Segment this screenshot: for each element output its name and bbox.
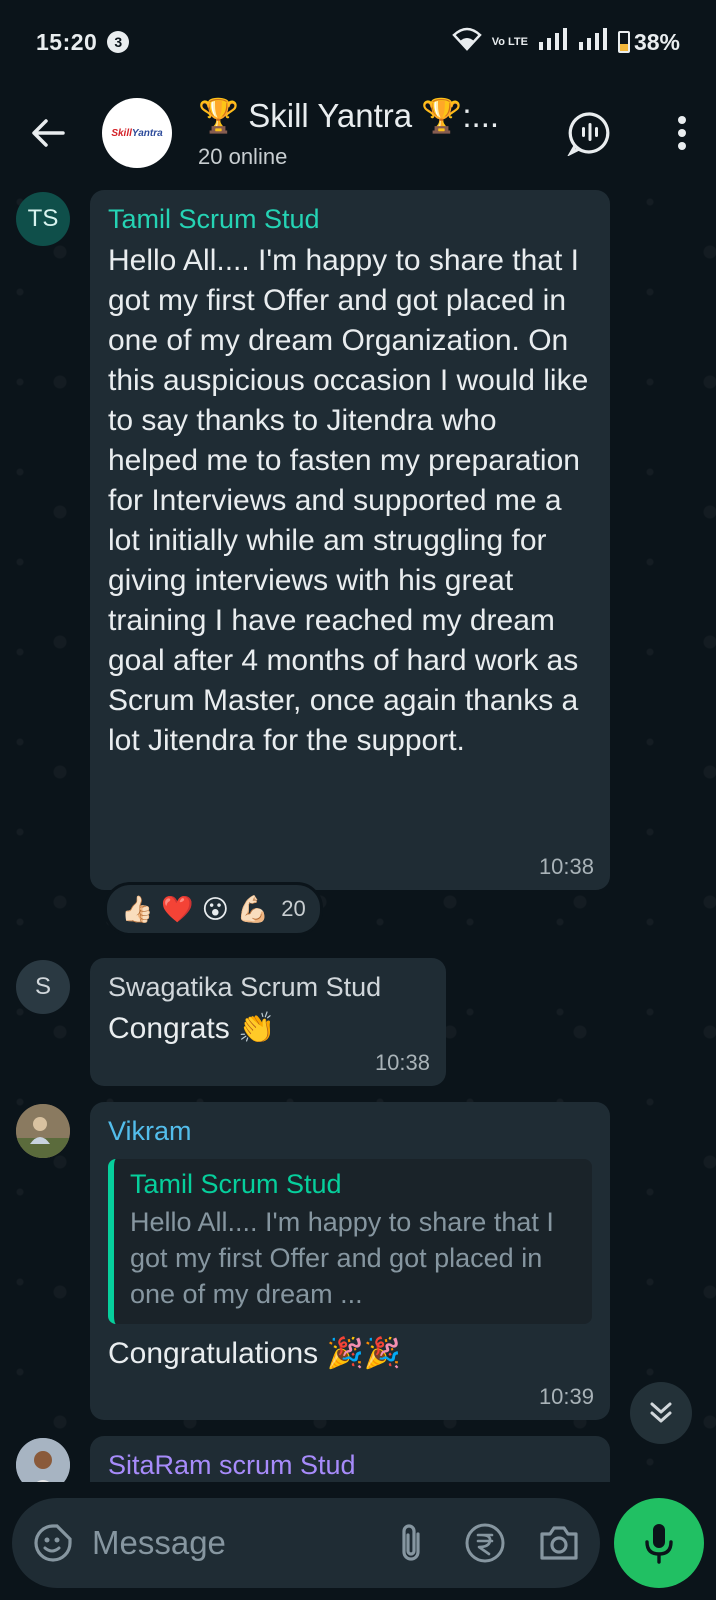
- quoted-text: Hello All.... I'm happy to share that I …: [130, 1207, 554, 1309]
- attach-button[interactable]: [386, 1518, 436, 1568]
- sender-name[interactable]: Vikram: [108, 1116, 592, 1147]
- sender-name[interactable]: Tamil Scrum Stud: [108, 204, 592, 235]
- message-bubble[interactable]: Vikram Tamil Scrum Stud Hello All.... I'…: [90, 1102, 610, 1420]
- sender-name[interactable]: SitaRam scrum Stud: [108, 1450, 592, 1481]
- microphone-icon: [645, 1524, 673, 1564]
- paperclip-icon: [402, 1524, 420, 1561]
- wifi-icon: [451, 27, 482, 57]
- rupee-icon: [465, 1523, 505, 1563]
- online-count: 20 online: [198, 143, 288, 169]
- arrow-left-icon: [32, 119, 65, 147]
- battery-icon: [617, 31, 630, 53]
- group-avatar[interactable]: Skill Yantra: [102, 98, 172, 168]
- signal-icon-1: [538, 28, 568, 56]
- status-bar: 15:20 3 Vo LTE 38%: [0, 0, 716, 84]
- message-reactions[interactable]: 👍🏻 ❤️ 😮 💪🏻 20: [104, 882, 323, 936]
- payment-button[interactable]: [460, 1518, 510, 1568]
- sender-avatar[interactable]: S: [16, 960, 70, 1014]
- clock: 15:20: [36, 28, 98, 55]
- camera-button[interactable]: [534, 1518, 584, 1568]
- sender-avatar[interactable]: TS: [16, 192, 70, 246]
- notification-count-badge: 3: [107, 31, 130, 53]
- message-composer: [12, 1498, 600, 1588]
- more-options-button[interactable]: [654, 105, 710, 161]
- avatar-initials: S: [34, 973, 51, 1000]
- camera-icon: [540, 1526, 578, 1560]
- message-time: 10:38: [374, 1050, 430, 1075]
- heart-reaction: ❤️: [161, 893, 194, 924]
- surprised-reaction: 😮: [201, 893, 229, 924]
- chat-header: Skill Yantra 🏆 Skill Yantra 🏆:... 20 onli…: [0, 84, 716, 182]
- composer-bar: [0, 1482, 716, 1600]
- sticker-button[interactable]: [28, 1518, 78, 1568]
- more-vertical-icon: [678, 116, 686, 150]
- person-photo-icon: [16, 1438, 70, 1482]
- sender-avatar-photo[interactable]: [16, 1438, 70, 1482]
- sender-avatar-photo[interactable]: [16, 1104, 70, 1158]
- group-info[interactable]: 🏆 Skill Yantra 🏆:... 20 online: [198, 97, 518, 170]
- quoted-sender: Tamil Scrum Stud: [130, 1169, 342, 1199]
- volte-indicator: Vo LTE: [491, 36, 528, 48]
- voice-chat-icon: [567, 112, 610, 156]
- reaction-count: 20: [281, 896, 306, 921]
- chat-messages[interactable]: TS Tamil Scrum Stud Hello All.... I'm ha…: [0, 182, 716, 1482]
- voice-chat-button[interactable]: [562, 105, 618, 161]
- message-time: 10:38: [538, 854, 594, 879]
- battery-status: 38%: [617, 28, 680, 56]
- message-text: Hello All.... I'm happy to share that I …: [108, 244, 589, 757]
- message-input[interactable]: [92, 1524, 386, 1562]
- status-icons: Vo LTE 38%: [451, 27, 680, 57]
- back-button[interactable]: [16, 101, 80, 165]
- person-photo-icon: [16, 1104, 70, 1158]
- battery-percent: 38%: [633, 28, 680, 55]
- voice-message-button[interactable]: [614, 1498, 704, 1588]
- double-chevron-down-icon: [650, 1402, 672, 1423]
- message-time: 10:39: [538, 1384, 594, 1409]
- logo-text-yantra: Yantra: [131, 127, 163, 139]
- sticker-icon: [34, 1524, 72, 1562]
- sender-name[interactable]: Swagatika Scrum Stud: [108, 972, 428, 1003]
- quoted-message[interactable]: Tamil Scrum Stud Hello All.... I'm happy…: [108, 1159, 592, 1324]
- message-bubble[interactable]: Swagatika Scrum Stud Congrats 👏 10:38: [90, 958, 446, 1086]
- thumbs-up-reaction: 👍🏻: [121, 893, 154, 924]
- message-bubble[interactable]: SitaRam scrum Stud: [90, 1436, 610, 1482]
- group-title: 🏆 Skill Yantra 🏆:...: [198, 96, 500, 134]
- logo-text-skill: Skill: [111, 127, 132, 139]
- flexed-bicep-reaction: 💪🏻: [236, 893, 270, 924]
- message-text: Congrats 👏: [108, 1012, 276, 1045]
- signal-icon-2: [578, 28, 608, 56]
- message-bubble[interactable]: Tamil Scrum Stud Hello All.... I'm happy…: [90, 190, 610, 890]
- avatar-initials: TS: [27, 205, 59, 232]
- scroll-to-bottom-button[interactable]: [630, 1382, 692, 1444]
- message-text: Congratulations 🎉🎉: [108, 1337, 402, 1370]
